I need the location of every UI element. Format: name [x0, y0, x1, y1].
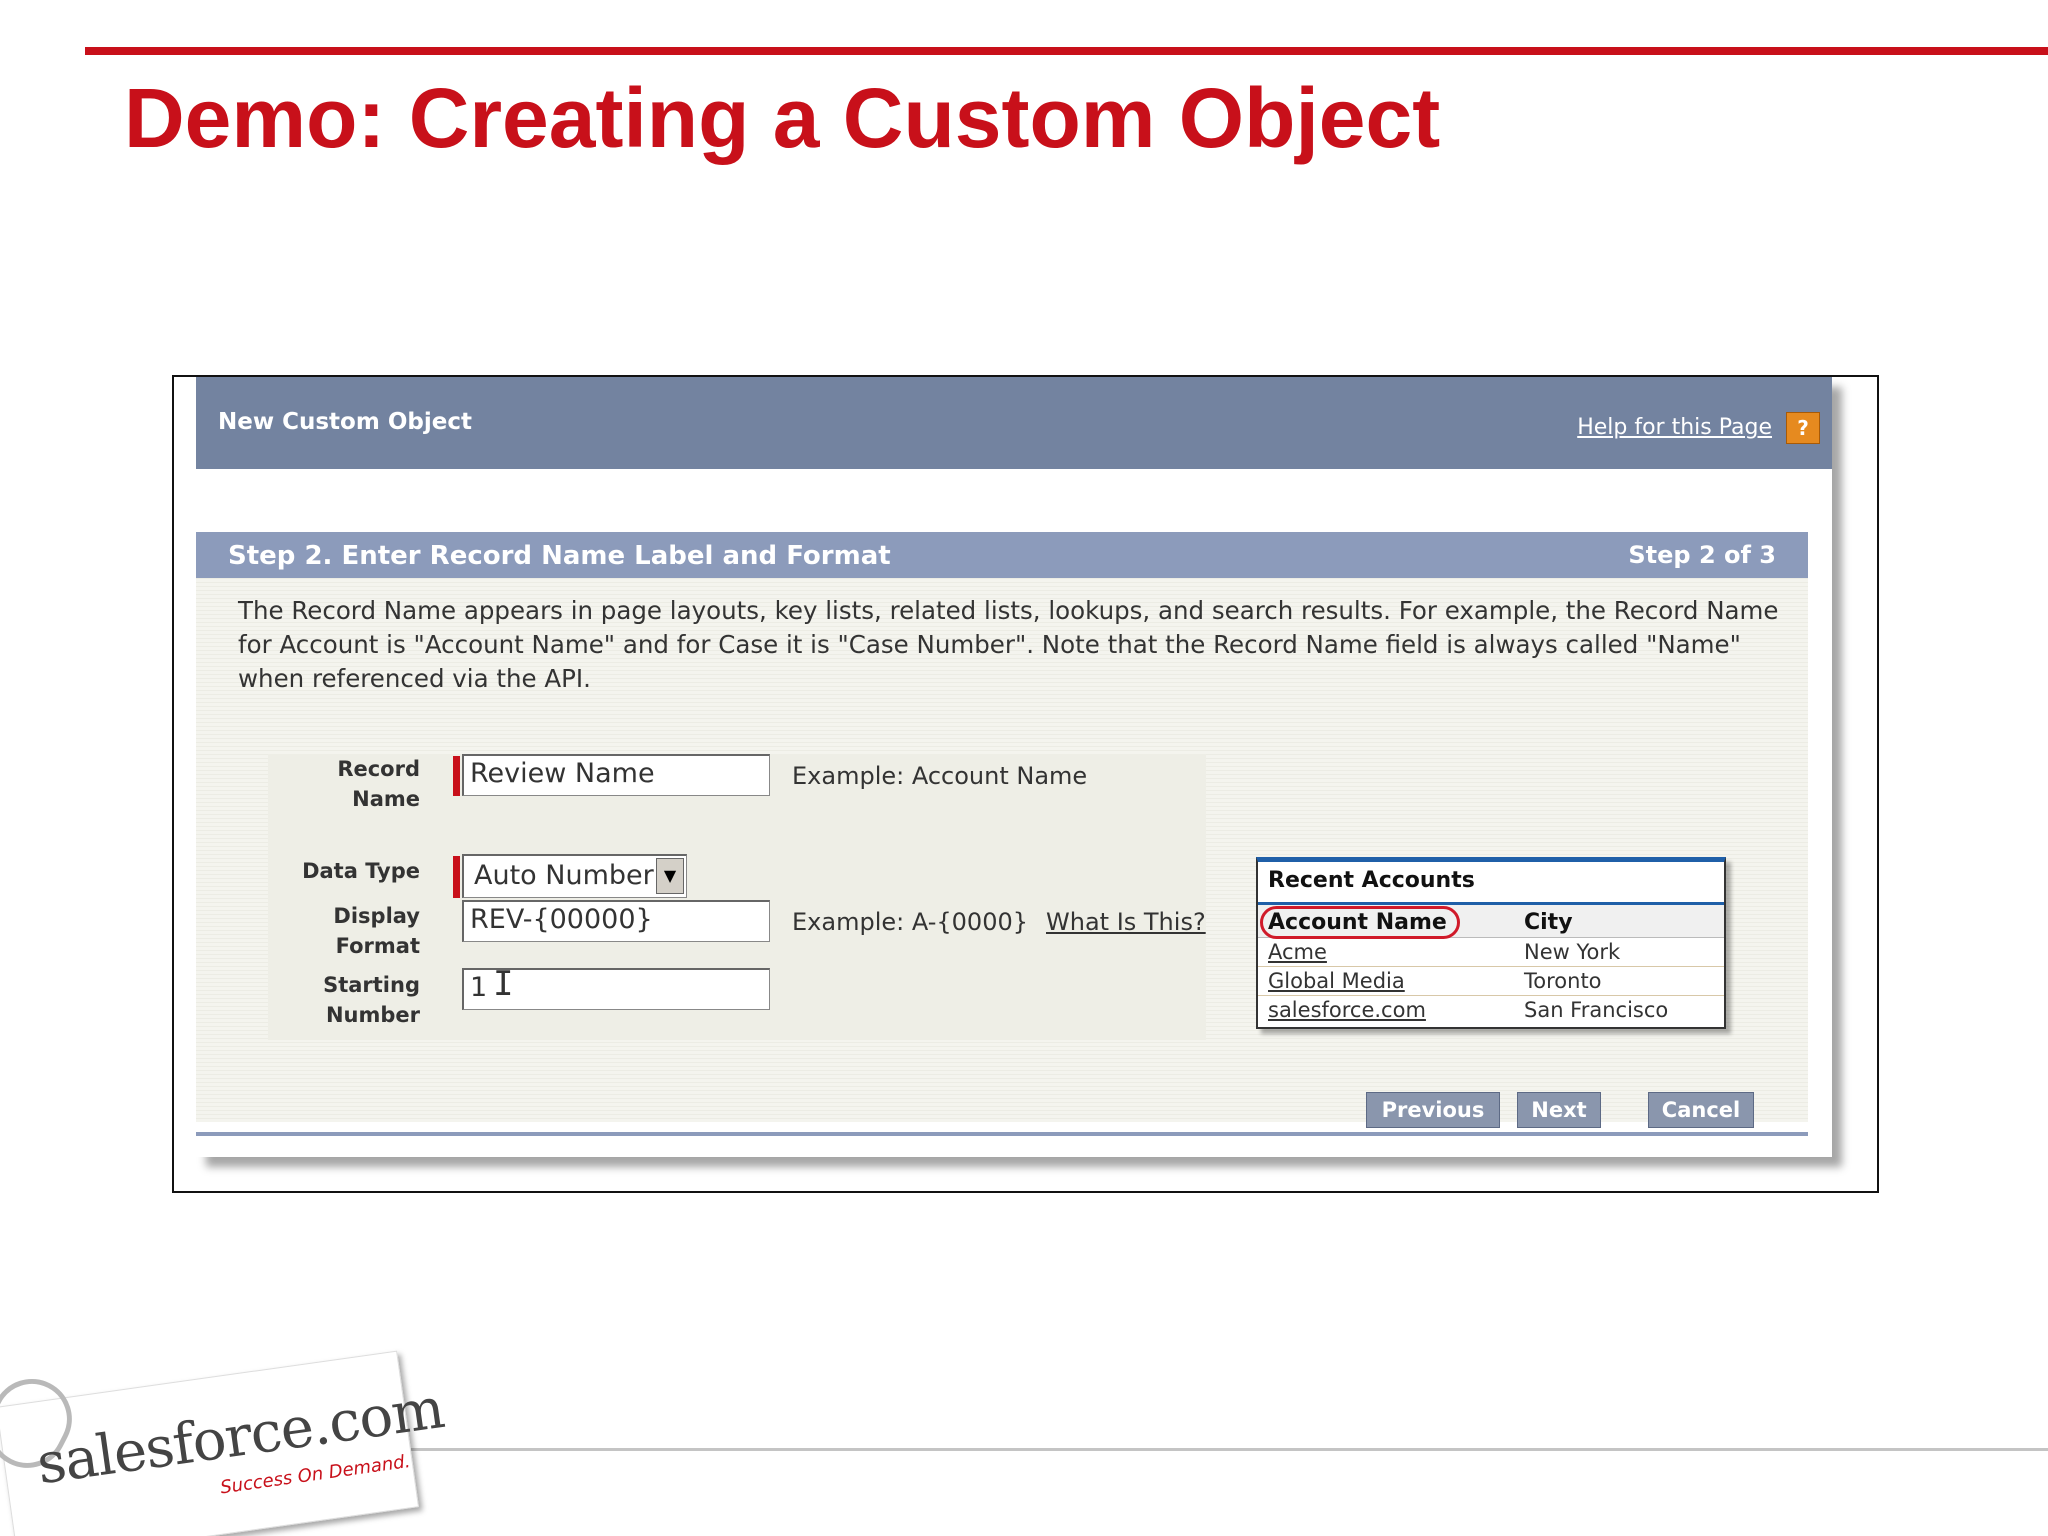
city-cell: New York [1524, 940, 1621, 964]
column-header-account-name: Account Name [1268, 910, 1447, 935]
required-indicator [453, 756, 460, 796]
what-is-this-link[interactable]: What Is This? [1046, 908, 1206, 936]
account-link[interactable]: Acme [1268, 940, 1327, 964]
account-link[interactable]: Global Media [1268, 969, 1405, 993]
page-header: New Custom Object Help for this Page ? [196, 377, 1832, 469]
city-cell: Toronto [1524, 969, 1602, 993]
step-title: Step 2. Enter Record Name Label and Form… [228, 541, 891, 571]
table-row: Acme New York [1258, 938, 1724, 967]
display-format-example: Example: A-{0000} [792, 908, 1029, 936]
city-cell: San Francisco [1524, 998, 1669, 1022]
recent-accounts-header: Account Name City [1258, 902, 1724, 939]
recent-accounts-example: Recent Accounts Account Name City Acme N… [1256, 857, 1726, 1029]
top-rule [85, 47, 2048, 55]
record-name-label: Record Name [337, 757, 420, 811]
display-format-label: Display Format [333, 904, 420, 958]
account-link[interactable]: salesforce.com [1268, 998, 1426, 1022]
column-header-city: City [1524, 910, 1573, 935]
data-type-select[interactable]: Auto Number ▼ [462, 854, 687, 898]
step-bar: Step 2. Enter Record Name Label and Form… [196, 532, 1808, 578]
screenshot-frame: New Custom Object Help for this Page ? S… [172, 375, 1879, 1193]
table-row: salesforce.com San Francisco [1258, 996, 1724, 1025]
step-count: Step 2 of 3 [1628, 541, 1776, 569]
step-description: The Record Name appears in page layouts,… [238, 596, 1779, 693]
data-type-label: Data Type [302, 859, 420, 883]
step-section: Step 2. Enter Record Name Label and Form… [196, 532, 1808, 1136]
record-name-example: Example: Account Name [792, 762, 1088, 790]
custom-object-wizard: New Custom Object Help for this Page ? S… [196, 377, 1832, 1157]
next-button[interactable]: Next [1517, 1092, 1601, 1128]
salesforce-logo: salesforce.com Success On Demand. [0, 1350, 448, 1536]
table-row: Global Media Toronto [1258, 967, 1724, 996]
slide-title: Demo: Creating a Custom Object [124, 71, 1441, 165]
record-name-form: Record Name Review Name Example: Account… [268, 754, 1206, 1040]
bottom-rule [196, 1132, 1808, 1136]
help-link[interactable]: Help for this Page [1577, 415, 1772, 440]
help-icon[interactable]: ? [1786, 412, 1820, 444]
cancel-button[interactable]: Cancel [1648, 1092, 1754, 1128]
footer-line [300, 1448, 2048, 1451]
text-cursor-icon: I [493, 964, 514, 1004]
required-indicator [453, 856, 460, 898]
previous-button[interactable]: Previous [1366, 1092, 1500, 1128]
data-type-value: Auto Number [474, 860, 654, 891]
chevron-down-icon[interactable]: ▼ [656, 858, 684, 894]
record-name-input[interactable]: Review Name [462, 754, 770, 796]
display-format-input[interactable]: REV-{00000} [462, 900, 770, 942]
recent-accounts-title: Recent Accounts [1268, 868, 1475, 893]
starting-number-label: Starting Number [323, 973, 420, 1027]
page-title: New Custom Object [218, 409, 472, 435]
